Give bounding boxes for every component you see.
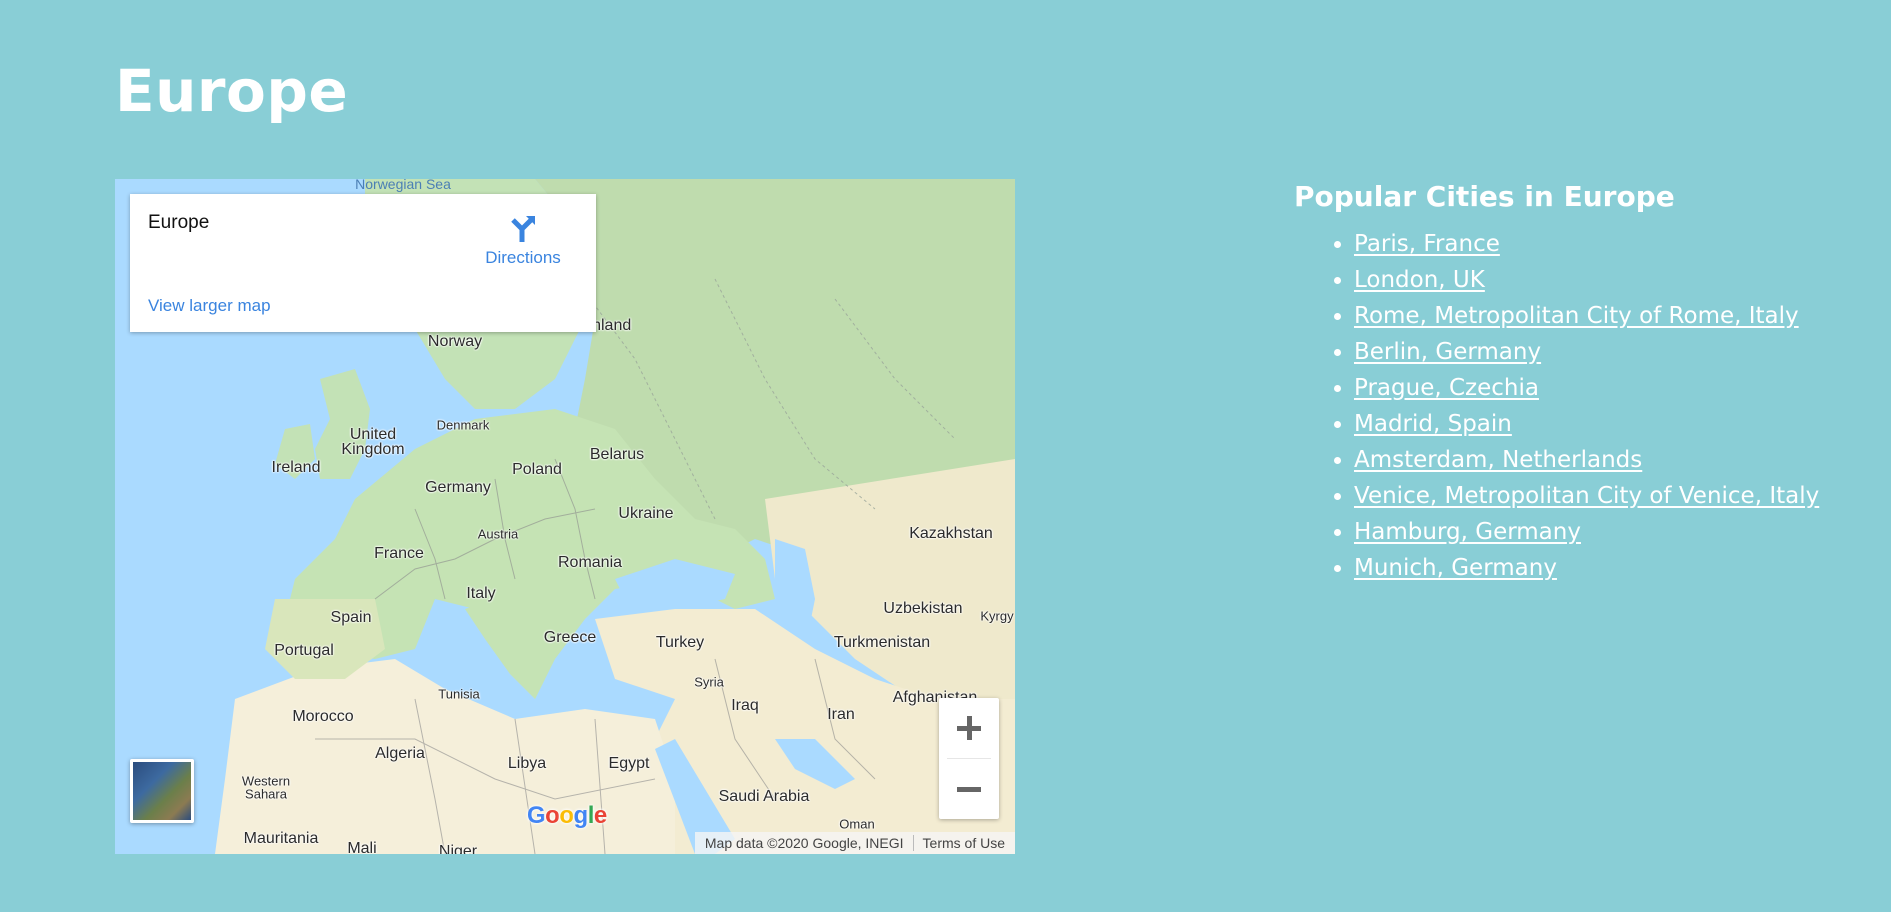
satellite-layer-toggle[interactable] [130,759,194,823]
map-label-mauritania: Mauritania [243,830,319,847]
map-label-spain: Spain [330,609,372,626]
map-label-denmark: Denmark [436,417,490,433]
map-label-ukraine: Ukraine [618,505,674,522]
list-item: Paris, France [1354,226,1854,262]
map-label-western-sahara-2: Sahara [245,786,287,802]
map-label-greece: Greece [543,629,597,646]
list-item: Prague, Czechia [1354,370,1854,406]
popular-cities-heading: Popular Cities in Europe [1294,180,1675,213]
map-label-niger: Niger [438,843,478,854]
map-label-germany: Germany [425,479,491,496]
map-label-iran: Iran [827,706,855,723]
city-link-venice[interactable]: Venice, Metropolitan City of Venice, Ita… [1354,483,1819,509]
view-larger-map-link[interactable]: View larger map [148,296,271,316]
map-label-turkmenistan: Turkmenistan [833,634,931,651]
plus-icon [957,716,981,740]
map-label-belarus: Belarus [589,446,645,463]
popular-cities-panel: Popular Cities in Europe Paris, France L… [1294,180,1854,586]
map-embed[interactable]: Norwegian Sea Finland Norway United King… [115,179,1015,854]
minus-icon [957,787,981,792]
map-label-uzbekistan: Uzbekistan [883,600,963,617]
city-link-munich[interactable]: Munich, Germany [1354,555,1557,581]
directions-button[interactable]: Directions [478,212,568,268]
terms-of-use-link[interactable]: Terms of Use [923,835,1005,851]
list-item: Munich, Germany [1354,550,1854,586]
map-label-morocco: Morocco [292,708,354,725]
attribution-text: Map data ©2020 Google, INEGI [704,835,904,851]
city-link-prague[interactable]: Prague, Czechia [1354,375,1539,401]
page-title: Europe [115,57,349,125]
map-label-poland: Poland [512,461,562,478]
map-label-kyrgyz: Kyrgy [980,608,1014,624]
city-link-rome[interactable]: Rome, Metropolitan City of Rome, Italy [1354,303,1799,329]
google-logo: Google [527,802,607,829]
popular-cities-list: Paris, France London, UK Rome, Metropoli… [1294,226,1854,586]
map-label-algeria: Algeria [375,745,425,762]
city-link-london[interactable]: London, UK [1354,267,1485,293]
map-label-romania: Romania [557,554,623,571]
map-label-portugal: Portugal [274,642,334,659]
place-name: Europe [148,212,210,233]
place-card: Europe Directions View larger map [130,194,596,332]
map-label-oman: Oman [839,816,875,832]
map-label-italy: Italy [466,585,496,602]
list-item: Venice, Metropolitan City of Venice, Ita… [1354,478,1854,514]
map-label-austria: Austria [477,526,519,542]
map-attribution: Map data ©2020 Google, INEGI Terms of Us… [694,832,1015,854]
city-link-hamburg[interactable]: Hamburg, Germany [1354,519,1581,545]
directions-label: Directions [485,248,561,267]
map-label-turkey: Turkey [655,634,705,651]
attribution-separator [912,835,914,851]
city-link-amsterdam[interactable]: Amsterdam, Netherlands [1354,447,1642,473]
list-item: Amsterdam, Netherlands [1354,442,1854,478]
map-label-ireland: Ireland [271,459,321,476]
zoom-out-button[interactable] [939,759,999,819]
zoom-control [939,698,999,819]
map-label-syria: Syria [694,674,724,690]
map-label-kazakhstan: Kazakhstan [909,525,993,542]
map-label-egypt: Egypt [608,755,650,772]
map-label-mali: Mali [347,840,377,854]
list-item: Berlin, Germany [1354,334,1854,370]
list-item: Rome, Metropolitan City of Rome, Italy [1354,298,1854,334]
map-label-united-kingdom-2: Kingdom [341,441,405,458]
city-link-berlin[interactable]: Berlin, Germany [1354,339,1541,365]
list-item: London, UK [1354,262,1854,298]
map-label-iraq: Iraq [731,697,759,714]
map-label-saudi-arabia: Saudi Arabia [718,788,810,805]
map-label-norway: Norway [427,333,483,350]
city-link-paris[interactable]: Paris, France [1354,231,1500,257]
list-item: Hamburg, Germany [1354,514,1854,550]
map-label-france: France [374,545,424,562]
directions-icon [511,216,535,242]
zoom-in-button[interactable] [939,698,999,758]
city-link-madrid[interactable]: Madrid, Spain [1354,411,1512,437]
map-label-tunisia: Tunisia [438,686,480,702]
list-item: Madrid, Spain [1354,406,1854,442]
map-label-libya: Libya [507,755,547,772]
map-label-norwegian-sea: Norwegian Sea [355,179,451,192]
